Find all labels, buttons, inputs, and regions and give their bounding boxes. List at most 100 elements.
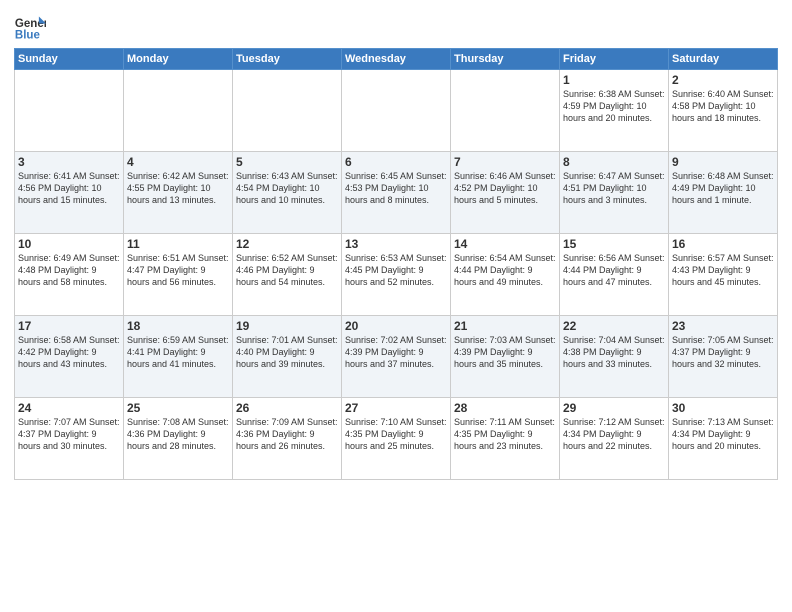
day-number: 19 <box>236 319 338 333</box>
day-info: Sunrise: 6:42 AM Sunset: 4:55 PM Dayligh… <box>127 170 229 206</box>
calendar-cell: 25Sunrise: 7:08 AM Sunset: 4:36 PM Dayli… <box>124 398 233 480</box>
day-info: Sunrise: 7:11 AM Sunset: 4:35 PM Dayligh… <box>454 416 556 452</box>
day-number: 30 <box>672 401 774 415</box>
day-info: Sunrise: 7:12 AM Sunset: 4:34 PM Dayligh… <box>563 416 665 452</box>
calendar-cell: 1Sunrise: 6:38 AM Sunset: 4:59 PM Daylig… <box>560 70 669 152</box>
calendar-cell <box>233 70 342 152</box>
calendar-header-cell: Thursday <box>451 49 560 70</box>
day-info: Sunrise: 6:38 AM Sunset: 4:59 PM Dayligh… <box>563 88 665 124</box>
page-container: General Blue SundayMondayTuesdayWednesda… <box>0 0 792 486</box>
day-info: Sunrise: 6:51 AM Sunset: 4:47 PM Dayligh… <box>127 252 229 288</box>
calendar-header-row: SundayMondayTuesdayWednesdayThursdayFrid… <box>15 49 778 70</box>
day-info: Sunrise: 7:13 AM Sunset: 4:34 PM Dayligh… <box>672 416 774 452</box>
day-info: Sunrise: 7:10 AM Sunset: 4:35 PM Dayligh… <box>345 416 447 452</box>
day-info: Sunrise: 7:07 AM Sunset: 4:37 PM Dayligh… <box>18 416 120 452</box>
day-number: 28 <box>454 401 556 415</box>
day-number: 18 <box>127 319 229 333</box>
calendar-cell: 21Sunrise: 7:03 AM Sunset: 4:39 PM Dayli… <box>451 316 560 398</box>
calendar-cell: 11Sunrise: 6:51 AM Sunset: 4:47 PM Dayli… <box>124 234 233 316</box>
day-number: 9 <box>672 155 774 169</box>
calendar-cell: 4Sunrise: 6:42 AM Sunset: 4:55 PM Daylig… <box>124 152 233 234</box>
calendar-cell: 5Sunrise: 6:43 AM Sunset: 4:54 PM Daylig… <box>233 152 342 234</box>
calendar-cell: 13Sunrise: 6:53 AM Sunset: 4:45 PM Dayli… <box>342 234 451 316</box>
day-info: Sunrise: 7:09 AM Sunset: 4:36 PM Dayligh… <box>236 416 338 452</box>
day-number: 10 <box>18 237 120 251</box>
logo-icon: General Blue <box>14 14 46 42</box>
calendar-cell: 29Sunrise: 7:12 AM Sunset: 4:34 PM Dayli… <box>560 398 669 480</box>
day-info: Sunrise: 6:43 AM Sunset: 4:54 PM Dayligh… <box>236 170 338 206</box>
day-number: 5 <box>236 155 338 169</box>
calendar-cell: 30Sunrise: 7:13 AM Sunset: 4:34 PM Dayli… <box>669 398 778 480</box>
calendar-cell: 28Sunrise: 7:11 AM Sunset: 4:35 PM Dayli… <box>451 398 560 480</box>
calendar-cell: 2Sunrise: 6:40 AM Sunset: 4:58 PM Daylig… <box>669 70 778 152</box>
calendar-cell: 8Sunrise: 6:47 AM Sunset: 4:51 PM Daylig… <box>560 152 669 234</box>
day-info: Sunrise: 6:57 AM Sunset: 4:43 PM Dayligh… <box>672 252 774 288</box>
calendar-header-cell: Sunday <box>15 49 124 70</box>
calendar-cell: 27Sunrise: 7:10 AM Sunset: 4:35 PM Dayli… <box>342 398 451 480</box>
day-info: Sunrise: 6:48 AM Sunset: 4:49 PM Dayligh… <box>672 170 774 206</box>
calendar-week-row: 17Sunrise: 6:58 AM Sunset: 4:42 PM Dayli… <box>15 316 778 398</box>
calendar-cell: 22Sunrise: 7:04 AM Sunset: 4:38 PM Dayli… <box>560 316 669 398</box>
calendar-header-cell: Tuesday <box>233 49 342 70</box>
day-info: Sunrise: 6:47 AM Sunset: 4:51 PM Dayligh… <box>563 170 665 206</box>
calendar-cell: 19Sunrise: 7:01 AM Sunset: 4:40 PM Dayli… <box>233 316 342 398</box>
day-info: Sunrise: 6:52 AM Sunset: 4:46 PM Dayligh… <box>236 252 338 288</box>
day-number: 29 <box>563 401 665 415</box>
calendar-week-row: 1Sunrise: 6:38 AM Sunset: 4:59 PM Daylig… <box>15 70 778 152</box>
calendar-header-cell: Saturday <box>669 49 778 70</box>
calendar-table: SundayMondayTuesdayWednesdayThursdayFrid… <box>14 48 778 480</box>
calendar-cell: 26Sunrise: 7:09 AM Sunset: 4:36 PM Dayli… <box>233 398 342 480</box>
day-info: Sunrise: 6:59 AM Sunset: 4:41 PM Dayligh… <box>127 334 229 370</box>
day-info: Sunrise: 6:56 AM Sunset: 4:44 PM Dayligh… <box>563 252 665 288</box>
day-number: 2 <box>672 73 774 87</box>
calendar-header-cell: Monday <box>124 49 233 70</box>
day-info: Sunrise: 6:49 AM Sunset: 4:48 PM Dayligh… <box>18 252 120 288</box>
calendar-cell: 3Sunrise: 6:41 AM Sunset: 4:56 PM Daylig… <box>15 152 124 234</box>
day-number: 25 <box>127 401 229 415</box>
day-info: Sunrise: 7:08 AM Sunset: 4:36 PM Dayligh… <box>127 416 229 452</box>
day-info: Sunrise: 6:54 AM Sunset: 4:44 PM Dayligh… <box>454 252 556 288</box>
day-number: 26 <box>236 401 338 415</box>
day-number: 3 <box>18 155 120 169</box>
day-number: 15 <box>563 237 665 251</box>
calendar-cell: 23Sunrise: 7:05 AM Sunset: 4:37 PM Dayli… <box>669 316 778 398</box>
calendar-cell: 7Sunrise: 6:46 AM Sunset: 4:52 PM Daylig… <box>451 152 560 234</box>
calendar-cell: 24Sunrise: 7:07 AM Sunset: 4:37 PM Dayli… <box>15 398 124 480</box>
logo: General Blue <box>14 14 50 42</box>
day-number: 16 <box>672 237 774 251</box>
day-info: Sunrise: 6:40 AM Sunset: 4:58 PM Dayligh… <box>672 88 774 124</box>
calendar-week-row: 10Sunrise: 6:49 AM Sunset: 4:48 PM Dayli… <box>15 234 778 316</box>
calendar-cell: 12Sunrise: 6:52 AM Sunset: 4:46 PM Dayli… <box>233 234 342 316</box>
calendar-cell: 6Sunrise: 6:45 AM Sunset: 4:53 PM Daylig… <box>342 152 451 234</box>
calendar-header-cell: Friday <box>560 49 669 70</box>
day-number: 22 <box>563 319 665 333</box>
day-number: 12 <box>236 237 338 251</box>
svg-text:Blue: Blue <box>15 30 41 42</box>
calendar-cell: 18Sunrise: 6:59 AM Sunset: 4:41 PM Dayli… <box>124 316 233 398</box>
calendar-body: 1Sunrise: 6:38 AM Sunset: 4:59 PM Daylig… <box>15 70 778 480</box>
calendar-cell: 14Sunrise: 6:54 AM Sunset: 4:44 PM Dayli… <box>451 234 560 316</box>
calendar-week-row: 24Sunrise: 7:07 AM Sunset: 4:37 PM Dayli… <box>15 398 778 480</box>
day-number: 8 <box>563 155 665 169</box>
calendar-cell <box>451 70 560 152</box>
calendar-cell: 16Sunrise: 6:57 AM Sunset: 4:43 PM Dayli… <box>669 234 778 316</box>
day-number: 14 <box>454 237 556 251</box>
day-info: Sunrise: 6:53 AM Sunset: 4:45 PM Dayligh… <box>345 252 447 288</box>
calendar-week-row: 3Sunrise: 6:41 AM Sunset: 4:56 PM Daylig… <box>15 152 778 234</box>
day-info: Sunrise: 7:01 AM Sunset: 4:40 PM Dayligh… <box>236 334 338 370</box>
calendar-cell <box>342 70 451 152</box>
day-number: 27 <box>345 401 447 415</box>
day-number: 20 <box>345 319 447 333</box>
calendar-cell: 17Sunrise: 6:58 AM Sunset: 4:42 PM Dayli… <box>15 316 124 398</box>
day-number: 1 <box>563 73 665 87</box>
day-number: 17 <box>18 319 120 333</box>
day-info: Sunrise: 7:04 AM Sunset: 4:38 PM Dayligh… <box>563 334 665 370</box>
day-info: Sunrise: 6:46 AM Sunset: 4:52 PM Dayligh… <box>454 170 556 206</box>
calendar-cell <box>15 70 124 152</box>
day-info: Sunrise: 7:05 AM Sunset: 4:37 PM Dayligh… <box>672 334 774 370</box>
day-info: Sunrise: 7:03 AM Sunset: 4:39 PM Dayligh… <box>454 334 556 370</box>
day-number: 24 <box>18 401 120 415</box>
day-number: 21 <box>454 319 556 333</box>
day-number: 23 <box>672 319 774 333</box>
calendar-cell: 10Sunrise: 6:49 AM Sunset: 4:48 PM Dayli… <box>15 234 124 316</box>
